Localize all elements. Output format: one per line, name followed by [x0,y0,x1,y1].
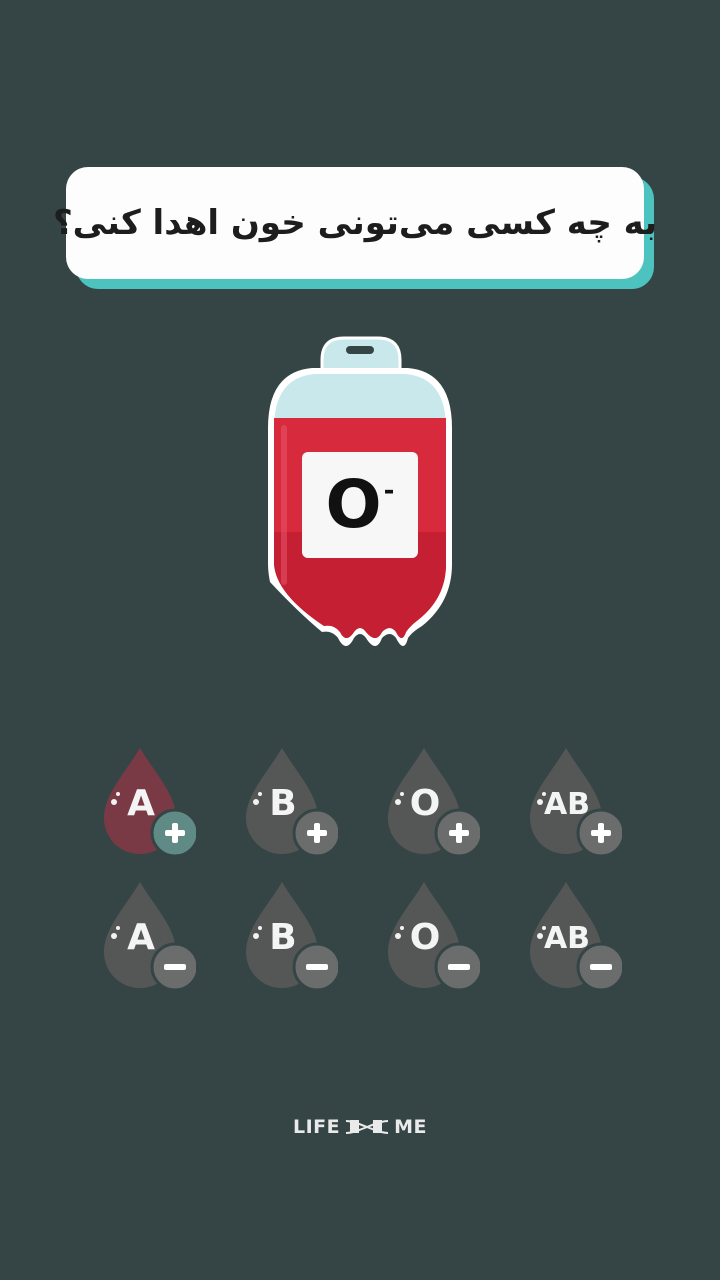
donor-type-label: B [269,783,297,824]
donor-type-label: O [409,917,441,958]
donor-type-label: AB [543,787,591,822]
donor-drop-ab-neg: AB- [522,876,622,992]
donor-type-label: A [127,917,155,958]
donor-type-label: AB [543,921,591,956]
logo-left: LIFE [292,1116,341,1138]
donor-drop-a-neg: A- [96,876,196,992]
donor-grid: A+ B+ O+ AB+ A- B- O- AB- [96,742,636,1002]
logo-right: ME [394,1116,428,1138]
donor-drop-o-neg: O- [380,876,480,992]
donor-drop-a-pos: A+ [96,742,196,858]
dna-icon [346,1120,389,1134]
donor-drop-ab-pos: AB+ [522,742,622,858]
donor-drop-b-pos: B+ [238,742,338,858]
question-text: به چه کسی می‌تونی خون اهدا کنی؟ [52,203,658,243]
donor-drop-b-neg: B- [238,876,338,992]
donor-drop-o-pos: O+ [380,742,480,858]
question-box: به چه کسی می‌تونی خون اهدا کنی؟ [53,167,657,279]
blood-bag: O- [262,332,458,662]
donor-type-label: O [409,783,441,824]
logo-and [344,1117,390,1137]
bag-label: O- [302,452,418,558]
question-card: به چه کسی می‌تونی خون اهدا کنی؟ [53,167,657,289]
donor-type-label: A [127,783,155,824]
donor-type-label: B [269,917,297,958]
bag-sign: - [383,476,395,506]
bag-type: O [325,466,382,543]
brand-logo: LIFE ME [260,1112,460,1142]
